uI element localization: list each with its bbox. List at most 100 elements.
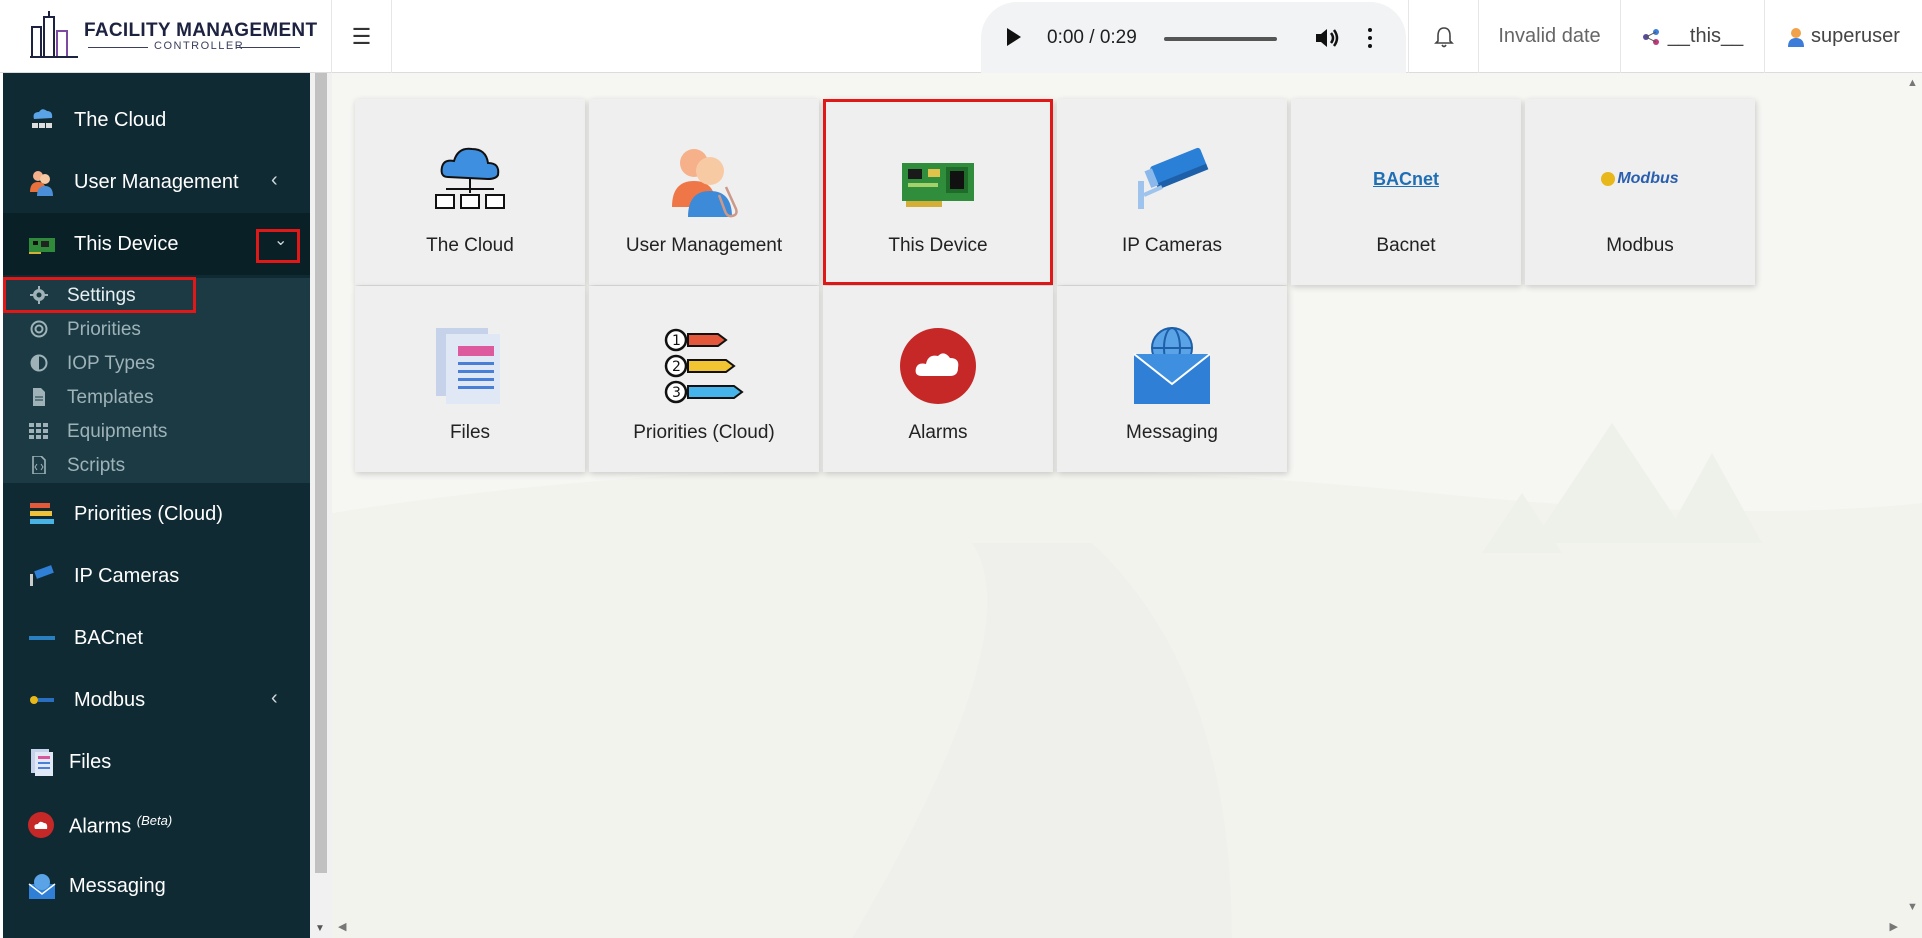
submenu-item-label: Priorities: [67, 319, 141, 340]
sidebar-item-priorities-cloud[interactable]: Priorities (Cloud): [3, 483, 310, 545]
logo-subtitle: CONTROLLER: [154, 40, 245, 52]
alarms-label: Alarms: [69, 815, 132, 838]
sidebar-item-modbus[interactable]: Modbus ‹: [3, 669, 310, 731]
top-bar: FACILITY MANAGEMENT CONTROLLER ☰ 0:00 / …: [0, 0, 1922, 73]
tile-priorities-cloud[interactable]: 1 2 3 Priorities (Cloud): [589, 286, 819, 472]
half-circle-icon: [30, 354, 48, 372]
scroll-left-icon[interactable]: ◀: [338, 920, 346, 933]
sidebar-item-ip-cameras[interactable]: IP Cameras: [3, 545, 310, 607]
tile-ip-cameras[interactable]: IP Cameras: [1057, 99, 1287, 285]
bell-icon: [1433, 26, 1454, 47]
app-logo[interactable]: FACILITY MANAGEMENT CONTROLLER: [0, 0, 332, 73]
cloud-network-icon: [32, 109, 53, 128]
alarm-cloud-icon: [900, 328, 976, 404]
chevron-left-icon: ‹: [271, 169, 278, 191]
document-icon: [436, 328, 500, 404]
date-text: Invalid date: [1498, 25, 1601, 47]
bacnet-logo-text: BACnet: [1373, 168, 1439, 189]
security-camera-icon: [30, 565, 54, 586]
submenu-item-priorities[interactable]: Priorities: [3, 312, 310, 346]
tile-messaging[interactable]: Messaging: [1057, 286, 1287, 472]
audio-time: 0:00 / 0:29: [1047, 27, 1137, 48]
sidebar-item-label: User Management: [74, 171, 239, 193]
sidebar-item-bacnet[interactable]: BACnet: [3, 607, 310, 669]
date-display: Invalid date: [1478, 0, 1620, 73]
tile-label: Modbus: [1606, 235, 1674, 256]
tile-the-cloud[interactable]: The Cloud: [355, 99, 585, 285]
priority-number: 2: [672, 359, 681, 375]
tile-alarms[interactable]: Alarms: [823, 286, 1053, 472]
tile-label: Files: [449, 422, 491, 443]
tile-label: Alarms: [908, 422, 968, 443]
sidebar-item-label: Files: [69, 751, 112, 773]
tile-bacnet[interactable]: BACnet Bacnet: [1291, 99, 1521, 285]
user-menu[interactable]: superuser: [1764, 0, 1922, 73]
file-icon: [33, 388, 45, 406]
audio-progress-slider[interactable]: [1164, 37, 1277, 41]
site-label: __this__: [1667, 25, 1744, 47]
sidebar-item-files[interactable]: Files: [3, 731, 310, 793]
grid-icon: [29, 423, 48, 439]
circuit-board-icon: [29, 238, 55, 254]
sidebar-item-label: BACnet: [74, 627, 143, 649]
document-icon: [31, 749, 53, 776]
tile-files[interactable]: Files: [355, 286, 585, 472]
priority-list-icon: [30, 503, 54, 524]
audio-player: 0:00 / 0:29: [981, 2, 1406, 73]
menu-toggle-button[interactable]: ☰: [332, 0, 392, 73]
scroll-right-icon[interactable]: ▶: [1890, 920, 1898, 933]
scroll-up-icon[interactable]: ▲: [1907, 77, 1918, 89]
sidebar-item-user-management[interactable]: User Management ‹: [3, 151, 310, 213]
sidebar-item-label: Alarms (Beta): [69, 813, 172, 839]
submenu-item-equipments[interactable]: Equipments: [3, 414, 310, 448]
sidebar-item-messaging[interactable]: Messaging: [3, 855, 310, 917]
tile-label: This Device: [888, 235, 988, 256]
users-icon: [672, 149, 738, 218]
circuit-board-icon: [902, 163, 974, 207]
volume-icon[interactable]: [1315, 27, 1341, 49]
modbus-logo-icon: [30, 696, 54, 704]
submenu-item-iop-types[interactable]: IOP Types: [3, 346, 310, 380]
notifications-button[interactable]: [1408, 0, 1478, 73]
sidebar-scrollbar[interactable]: ▼: [310, 73, 332, 938]
sidebar-item-alarms[interactable]: Alarms (Beta): [3, 793, 310, 855]
tile-label: Priorities (Cloud): [633, 422, 775, 443]
scroll-down-icon[interactable]: ▼: [315, 923, 325, 934]
priority-number: 3: [672, 385, 681, 401]
highlight-box: [3, 277, 196, 313]
main-horizontal-scrollbar[interactable]: ◀ ▶: [332, 916, 1902, 938]
beta-badge: (Beta): [136, 813, 173, 828]
priority-number: 1: [672, 333, 681, 349]
envelope-globe-icon: [28, 874, 56, 899]
tile-label: User Management: [625, 235, 783, 256]
submenu-item-label: Scripts: [67, 455, 126, 476]
submenu-item-scripts[interactable]: Scripts: [3, 448, 310, 482]
users-icon: [30, 171, 53, 196]
tile-label: Messaging: [1126, 422, 1218, 443]
alarm-cloud-icon: [28, 812, 54, 838]
more-options-icon[interactable]: [1368, 28, 1372, 52]
user-avatar-icon: [1788, 27, 1805, 47]
envelope-globe-icon: [1133, 327, 1211, 404]
sidebar-item-label: The Cloud: [74, 109, 167, 131]
cloud-network-icon: [435, 147, 505, 209]
tile-this-device[interactable]: This Device: [823, 99, 1053, 285]
sidebar-item-label: Priorities (Cloud): [74, 503, 223, 525]
sidebar-item-label: This Device: [74, 233, 179, 255]
main-vertical-scrollbar[interactable]: ▲ ▼: [1902, 73, 1922, 913]
scrollbar-thumb[interactable]: [315, 73, 327, 873]
modbus-logo-text: Modbus: [1617, 170, 1679, 187]
submenu-item-label: IOP Types: [67, 353, 156, 374]
tile-user-management[interactable]: User Management: [589, 99, 819, 285]
submenu-item-templates[interactable]: Templates: [3, 380, 310, 414]
modbus-logo-icon: Modbus: [1600, 139, 1680, 219]
play-icon[interactable]: [1007, 28, 1021, 46]
bacnet-logo-icon: BACnet: [1366, 139, 1446, 219]
scroll-down-icon[interactable]: ▼: [1907, 901, 1918, 913]
sidebar-item-the-cloud[interactable]: The Cloud: [3, 89, 310, 151]
hamburger-icon: ☰: [351, 23, 372, 49]
site-selector[interactable]: __this__: [1620, 0, 1764, 73]
tile-modbus[interactable]: Modbus Modbus: [1525, 99, 1755, 285]
dashboard-main: The Cloud User Management This Device IP…: [332, 73, 1922, 938]
logo-divider: [236, 47, 300, 48]
